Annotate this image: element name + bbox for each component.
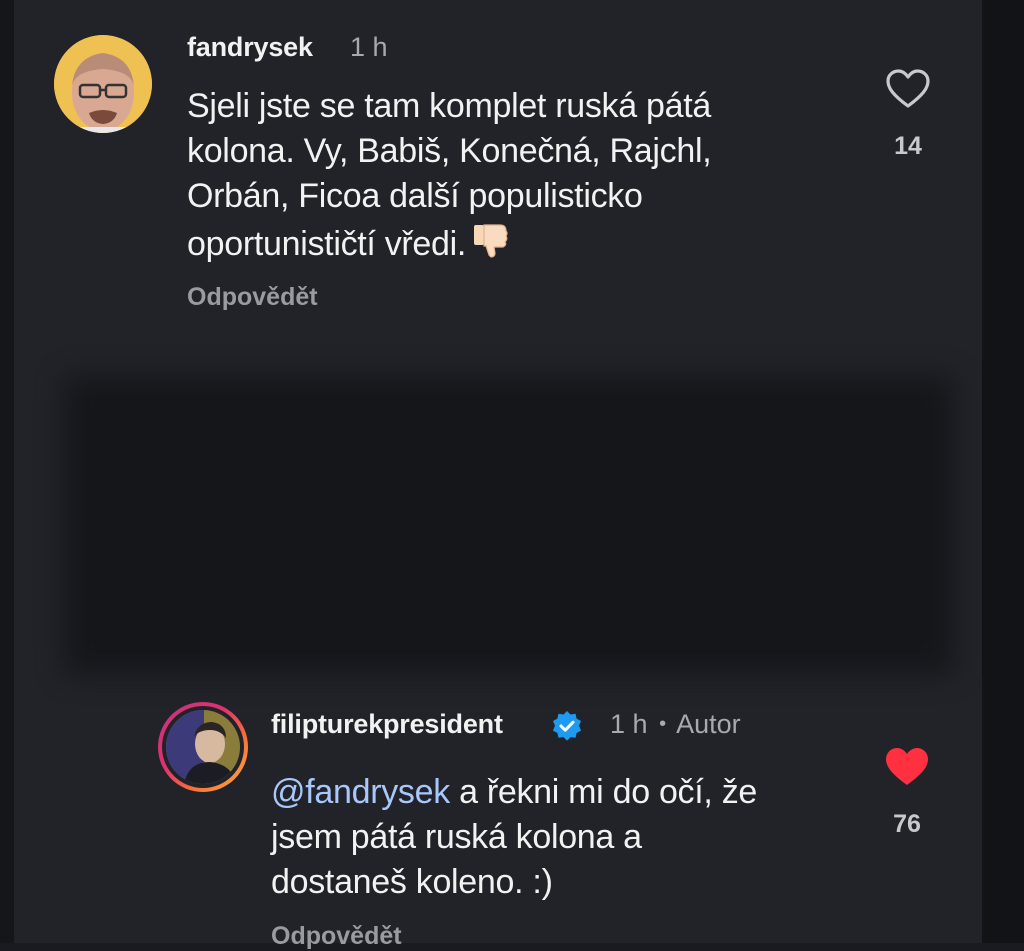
- comment-line: kolona. Vy, Babiš, Konečná, Rajchl,: [187, 132, 712, 170]
- reply-button[interactable]: Odpovědět: [187, 283, 318, 312]
- comment-line: Orbán, Ficoa další populisticko: [187, 177, 643, 215]
- right-edge: [982, 0, 1024, 943]
- timestamp: 1 h: [350, 32, 388, 62]
- comment-line: oportunističtí vředi.: [187, 219, 711, 267]
- verified-badge-icon: [553, 711, 581, 741]
- avatar-image: [166, 710, 240, 784]
- comment-line: jsem pátá ruská kolona a: [271, 818, 642, 856]
- comment-line: @fandrysek a řekni mi do očí, že: [271, 770, 757, 815]
- comment-text: @fandrysek a řekni mi do očí, že jsem pá…: [271, 770, 757, 905]
- author-label: Autor: [676, 709, 741, 739]
- comment-line: dostaneš koleno. :): [271, 863, 553, 901]
- avatar[interactable]: [158, 702, 248, 792]
- comment-line-text: oportunističtí vředi.: [187, 225, 467, 263]
- username[interactable]: filipturekpresident: [271, 709, 503, 740]
- heart-outline-icon[interactable]: [885, 68, 931, 110]
- comment-line-text: a řekni mi do očí, že: [449, 773, 758, 811]
- mention-link[interactable]: @fandrysek: [271, 773, 450, 811]
- timestamp: 1 h • Autor: [610, 709, 741, 740]
- like-count: 76: [893, 810, 921, 838]
- blurred-region: [64, 375, 954, 675]
- thumbs-down-emoji: [470, 219, 510, 259]
- comment-text: Sjeli jste se tam komplet ruská pátá kol…: [187, 84, 712, 267]
- avatar[interactable]: [54, 35, 152, 133]
- separator-dot: •: [659, 713, 667, 735]
- username[interactable]: fandrysek: [187, 32, 313, 63]
- left-edge: [0, 0, 14, 943]
- comment-line: Sjeli jste se tam komplet ruská pátá: [187, 87, 711, 125]
- like-count: 14: [894, 132, 922, 160]
- reply-button[interactable]: Odpovědět: [271, 922, 402, 951]
- time-value: 1 h: [610, 709, 648, 739]
- heart-filled-icon[interactable]: [884, 746, 930, 788]
